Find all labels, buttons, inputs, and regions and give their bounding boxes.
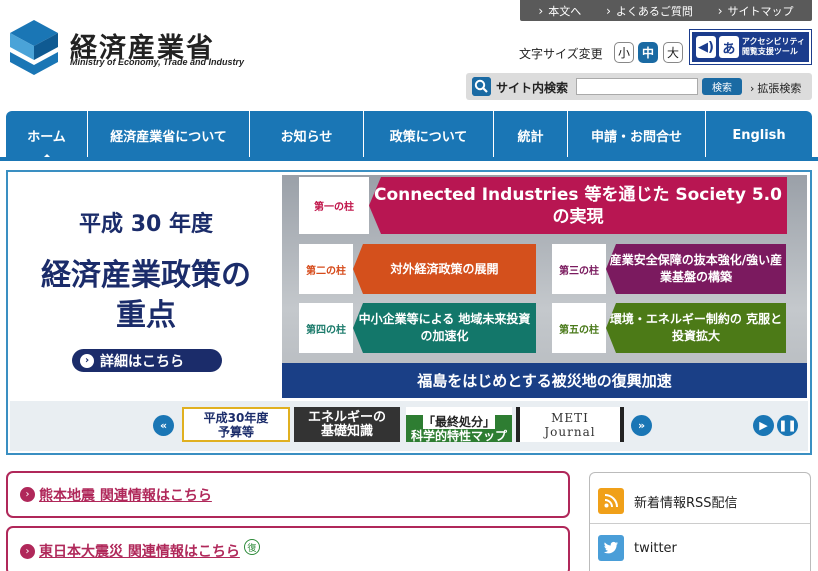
banner-title-line2: 重点	[116, 298, 176, 333]
nav-home[interactable]: ホーム	[6, 111, 88, 159]
pillar-3-text: 産業安全保障の抜本強化/強い産業基盤の構築	[606, 244, 786, 294]
twitter-link[interactable]: twitter	[598, 535, 677, 561]
carousel-thumb-disposal-map[interactable]: 「最終処分」 科学的特性マップ	[406, 407, 512, 443]
font-size-label: 文字サイズ変更	[519, 47, 603, 61]
alert-east-japan-link[interactable]: 東日本大震災 関連情報はこちら	[39, 541, 240, 561]
meti-logo-icon[interactable]	[8, 18, 60, 76]
pillar-2-text: 対外経済政策の展開	[353, 244, 536, 294]
page: 経済産業省 Ministry of Economy, Trade and Ind…	[0, 0, 818, 571]
font-size-large-button[interactable]: 大	[663, 42, 683, 63]
divider	[590, 523, 810, 524]
carousel-thumb-energy[interactable]: エネルギーの 基礎知識	[294, 407, 400, 442]
chevron-right-icon: ›	[20, 487, 35, 502]
chevron-right-icon: ›	[20, 543, 35, 559]
sitemap-link[interactable]: サイトマップ	[718, 3, 794, 19]
pillar-5-text: 環境・エネルギー制約の 克服と投資拡大	[606, 303, 786, 353]
search-button[interactable]: 検索	[702, 78, 742, 95]
faq-link[interactable]: よくあるご質問	[606, 3, 693, 19]
carousel-next-icon[interactable]: »	[631, 415, 652, 436]
nav-news[interactable]: お知らせ	[250, 111, 364, 159]
font-size-medium-button[interactable]: 中	[638, 42, 658, 63]
chevron-right-icon: ›	[80, 353, 94, 368]
pillar-4-tag: 第四の柱	[299, 303, 353, 353]
banner-title-line1: 経済産業政策の	[41, 258, 251, 293]
search-input[interactable]	[576, 78, 698, 95]
pillar-3-tag: 第三の柱	[552, 244, 606, 294]
font-size-small-button[interactable]: 小	[614, 42, 634, 63]
pillar-1-text: Connected Industries 等を通じた Society 5.0の実…	[369, 177, 787, 234]
nav-about[interactable]: 経済産業省について	[88, 111, 250, 159]
carousel-pause-icon[interactable]: ❚❚	[777, 415, 798, 436]
pillar-2-tag: 第二の柱	[299, 244, 353, 294]
nav-application[interactable]: 申請・お問合せ	[568, 111, 706, 159]
nav-underline	[0, 157, 818, 161]
banner-subtitle: 平成 30 年度	[79, 212, 213, 237]
rss-icon	[598, 488, 624, 514]
accessibility-label: アクセシビリティ 閲覧支援ツール	[741, 37, 805, 56]
a-character-icon: あ	[718, 36, 739, 58]
banner-detail-button[interactable]: › 詳細はこちら	[72, 349, 222, 372]
alert-kumamoto[interactable]: › 熊本地震 関連情報はこちら	[6, 471, 570, 518]
carousel-play-icon[interactable]: ▶	[753, 415, 774, 436]
utility-nav: 本文へ よくあるご質問 サイトマップ	[520, 0, 812, 21]
pillar-5-tag: 第五の柱	[552, 303, 606, 353]
rss-link[interactable]: 新着情報RSS配信	[598, 488, 738, 514]
nav-statistics[interactable]: 統計	[494, 111, 568, 159]
advanced-search-link[interactable]: 拡張検索	[750, 80, 801, 96]
pillar-4-text: 中小企業等による 地域未来投資の加速化	[353, 303, 536, 353]
alert-east-japan[interactable]: › 東日本大震災 関連情報はこちら 復	[6, 526, 570, 571]
social-sidebar: 新着情報RSS配信 twitter	[589, 472, 811, 571]
twitter-bird-icon	[598, 535, 624, 561]
carousel-thumb-budget[interactable]: 平成30年度 予算等	[182, 407, 290, 442]
speaker-icon: ◀)	[696, 36, 716, 58]
accessibility-tool-button[interactable]: ◀) あ アクセシビリティ 閲覧支援ツール	[689, 29, 812, 65]
banner-bottom-strip: 福島をはじめとする被災地の復興加速	[282, 363, 807, 398]
pillar-1-tag: 第一の柱	[299, 177, 369, 234]
search-label: サイト内検索	[496, 81, 569, 95]
search-icon	[472, 77, 491, 96]
skip-to-content-link[interactable]: 本文へ	[538, 3, 581, 19]
carousel-prev-icon[interactable]: «	[153, 415, 174, 436]
carousel-thumb-meti-journal[interactable]: METI Journal	[516, 407, 624, 442]
logo-subtitle: Ministry of Economy, Trade and Industry	[70, 57, 245, 67]
nav-english[interactable]: English	[706, 111, 812, 159]
nav-policy[interactable]: 政策について	[364, 111, 494, 159]
alert-kumamoto-link[interactable]: 熊本地震 関連情報はこちら	[39, 485, 212, 505]
reconstruction-badge-icon: 復	[243, 539, 260, 555]
main-nav: ホーム 経済産業省について お知らせ 政策について 統計 申請・お問合せ Eng…	[6, 111, 812, 159]
